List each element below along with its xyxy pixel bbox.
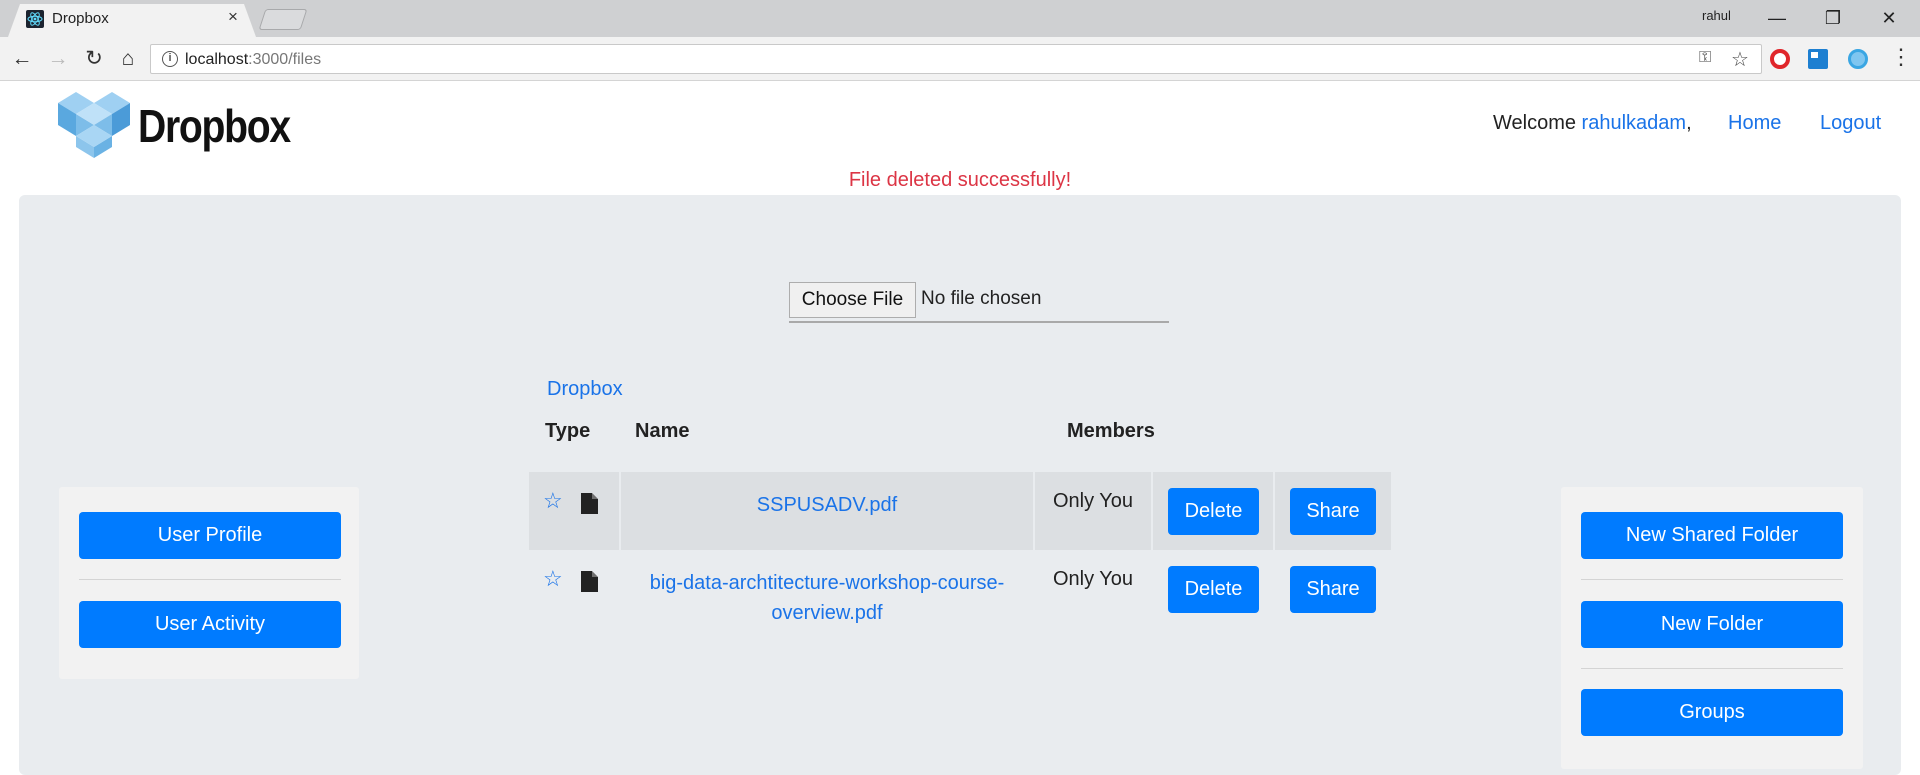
- delete-button[interactable]: Delete: [1168, 488, 1259, 535]
- tab-title: Dropbox: [52, 10, 109, 27]
- delete-cell: Delete: [1153, 472, 1273, 550]
- browser-toolbar: ← → ↻ ⌂ i localhost:3000/files ⚿ ☆ ⋮: [0, 37, 1920, 81]
- delete-button[interactable]: Delete: [1168, 566, 1259, 613]
- welcome-suffix: ,: [1686, 112, 1692, 134]
- star-icon[interactable]: ☆: [543, 488, 563, 514]
- tile-extension-icon[interactable]: [1808, 49, 1828, 69]
- header-members: Members: [1067, 420, 1155, 442]
- star-icon[interactable]: ☆: [543, 566, 563, 592]
- key-icon[interactable]: ⚿: [1699, 49, 1711, 67]
- file-name-link[interactable]: big-data-archtitecture-workshop-course-o…: [621, 568, 1033, 628]
- file-icon: [581, 571, 598, 592]
- bookmark-star-icon[interactable]: ☆: [1731, 47, 1749, 72]
- table-row: ☆ big-data-archtitecture-workshop-course…: [529, 550, 1391, 632]
- type-cell: ☆: [529, 550, 619, 632]
- file-upload[interactable]: Choose File No file chosen: [789, 282, 1169, 323]
- browser-tab[interactable]: [8, 4, 256, 37]
- header-type: Type: [545, 420, 591, 442]
- members-cell: Only You: [1035, 472, 1151, 550]
- share-button[interactable]: Share: [1290, 488, 1376, 535]
- dropbox-logo-icon: [58, 92, 130, 158]
- members-text: Only You: [1052, 490, 1134, 512]
- url-path: :3000/files: [248, 51, 322, 68]
- close-window-icon[interactable]: ✕: [1866, 4, 1912, 32]
- url-text[interactable]: localhost:3000/files: [185, 51, 321, 69]
- welcome-prefix: Welcome: [1493, 112, 1582, 134]
- user-activity-button[interactable]: User Activity: [79, 601, 341, 648]
- header-name: Name: [635, 420, 690, 442]
- members-text: Only You: [1052, 568, 1134, 590]
- welcome-text: Welcome rahulkadam,: [1493, 112, 1692, 135]
- right-panel: New Shared Folder New Folder Groups: [1561, 487, 1863, 769]
- delete-cell: Delete: [1153, 550, 1273, 632]
- tab-close-icon[interactable]: ×: [228, 7, 238, 27]
- name-cell: big-data-archtitecture-workshop-course-o…: [621, 550, 1033, 632]
- opera-extension-icon[interactable]: [1770, 49, 1790, 69]
- address-bar[interactable]: i localhost:3000/files ⚿ ☆: [150, 44, 1762, 74]
- restore-icon[interactable]: ❐: [1810, 4, 1856, 32]
- groups-button[interactable]: Groups: [1581, 689, 1843, 736]
- info-icon[interactable]: i: [162, 51, 178, 67]
- username-link[interactable]: rahulkadam: [1582, 112, 1687, 134]
- file-status: No file chosen: [921, 288, 1042, 309]
- flash-message: File deleted successfully!: [848, 169, 1072, 191]
- minimize-icon[interactable]: —: [1754, 4, 1800, 32]
- new-tab-button[interactable]: [258, 9, 308, 30]
- new-folder-button[interactable]: New Folder: [1581, 601, 1843, 648]
- share-cell: Share: [1275, 550, 1391, 632]
- new-shared-folder-button[interactable]: New Shared Folder: [1581, 512, 1843, 559]
- reload-icon[interactable]: ↻: [80, 45, 108, 73]
- browser-tabstrip: Dropbox × rahul — ❐ ✕: [0, 0, 1920, 37]
- choose-file-button[interactable]: Choose File: [789, 282, 916, 318]
- breadcrumb[interactable]: Dropbox: [547, 378, 623, 401]
- logout-link[interactable]: Logout: [1820, 112, 1881, 135]
- back-arrow-icon[interactable]: ←: [8, 45, 36, 73]
- file-input-underline: [789, 321, 1169, 323]
- file-icon: [581, 493, 598, 514]
- table-row: ☆ SSPUSADV.pdf Only You Delete Share: [529, 472, 1391, 550]
- share-cell: Share: [1275, 472, 1391, 550]
- type-cell: ☆: [529, 472, 619, 550]
- main-panel: Choose File No file chosen User Profile …: [19, 195, 1901, 775]
- circle-extension-icon[interactable]: [1848, 49, 1868, 69]
- user-profile-button[interactable]: User Profile: [79, 512, 341, 559]
- forward-arrow-icon[interactable]: →: [44, 45, 72, 73]
- file-name-link[interactable]: SSPUSADV.pdf: [621, 490, 1033, 520]
- logo-wordmark: Dropbox: [138, 100, 291, 152]
- window-user-label: rahul: [1702, 8, 1731, 23]
- page: Dropbox Welcome rahulkadam, Home Logout …: [0, 82, 1920, 775]
- url-host: localhost: [185, 51, 249, 68]
- react-favicon-icon: [26, 10, 44, 28]
- home-icon[interactable]: ⌂: [114, 45, 142, 73]
- name-cell: SSPUSADV.pdf: [621, 472, 1033, 550]
- share-button[interactable]: Share: [1290, 566, 1376, 613]
- divider: [79, 579, 341, 580]
- members-cell: Only You: [1035, 550, 1151, 632]
- browser-menu-icon[interactable]: ⋮: [1890, 44, 1912, 70]
- divider: [1581, 668, 1843, 669]
- home-link[interactable]: Home: [1728, 112, 1781, 135]
- divider: [1581, 579, 1843, 580]
- left-panel: User Profile User Activity: [59, 487, 359, 679]
